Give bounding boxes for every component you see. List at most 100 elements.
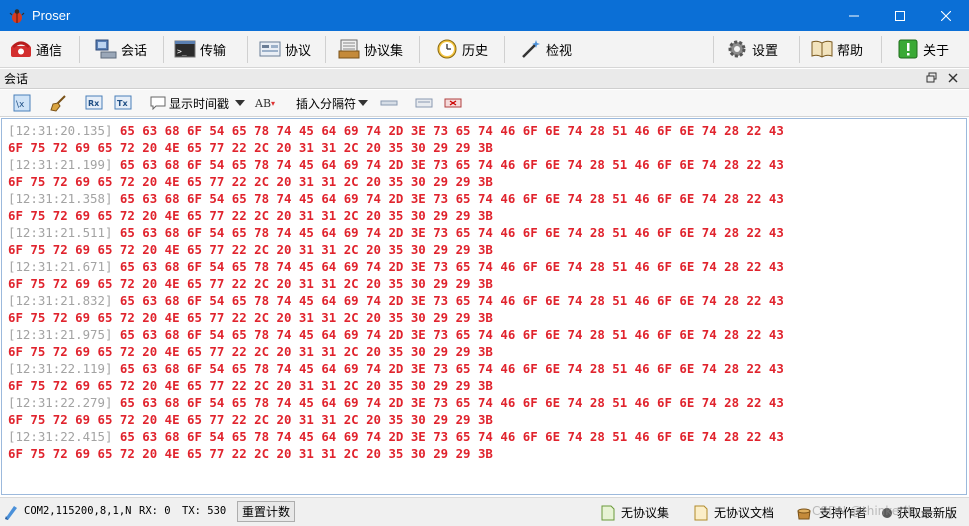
no-protocol-set-link[interactable]: 无协议集 <box>601 504 669 521</box>
toolbar-help-button[interactable]: 帮助 <box>811 35 863 63</box>
log-hex-data: 6F 75 72 69 65 72 20 4E 65 77 22 2C 20 3… <box>8 208 493 223</box>
log-entry-continuation: 6F 75 72 69 65 72 20 4E 65 77 22 2C 20 3… <box>8 275 966 292</box>
tx-icon: Tx <box>114 95 132 110</box>
log-hex-data: 65 63 68 6F 54 65 78 74 45 64 69 74 2D 3… <box>119 395 784 410</box>
support-author-label: 支持作者 <box>819 506 868 520</box>
log-hex-data: 65 63 68 6F 54 65 78 74 45 64 69 74 2D 3… <box>119 429 784 444</box>
toolbar-history-button[interactable]: 历史 <box>436 35 488 63</box>
log-hex-data: 65 63 68 6F 54 65 78 74 45 64 69 74 2D 3… <box>119 361 784 376</box>
log-hex-data: 6F 75 72 69 65 72 20 4E 65 77 22 2C 20 3… <box>8 446 493 461</box>
log-entry: [12:31:22.279] 65 63 68 6F 54 65 78 74 4… <box>8 394 966 411</box>
connection-icon <box>4 504 18 520</box>
log-entry: [12:31:20.135] 65 63 68 6F 54 65 78 74 4… <box>8 122 966 139</box>
toolbar-label: 协议集 <box>364 43 404 59</box>
toolbar-separator <box>325 36 326 63</box>
toolbar-protocol-set-button[interactable]: 协议集 <box>338 35 403 63</box>
rx-toggle-button[interactable]: Rx <box>85 94 103 112</box>
toolbar-separator <box>799 36 800 63</box>
tx-count: TX: 530 <box>182 505 227 517</box>
toolbar-separator <box>79 36 80 63</box>
log-hex-data: 65 63 68 6F 54 65 78 74 45 64 69 74 2D 3… <box>119 293 784 308</box>
log-entry: [12:31:21.671] 65 63 68 6F 54 65 78 74 4… <box>8 258 966 275</box>
toolbar-settings-button[interactable]: 设置 <box>726 35 778 63</box>
log-hex-data: 6F 75 72 69 65 72 20 4E 65 77 22 2C 20 3… <box>8 344 493 359</box>
book-icon <box>811 39 833 59</box>
log-hex-data: 65 63 68 6F 54 65 78 74 45 64 69 74 2D 3… <box>119 123 784 138</box>
toolbar-label: 会话 <box>121 43 148 59</box>
toolbar-separator <box>713 36 714 63</box>
window-title: Proser <box>32 8 71 23</box>
no-protocol-set-label: 无协议集 <box>621 506 670 520</box>
panel-title: 会话 <box>4 72 29 86</box>
maximize-icon <box>895 10 905 21</box>
comment-icon <box>150 96 166 110</box>
separator-icon <box>380 100 398 106</box>
get-latest-link[interactable]: 获取最新版 <box>881 504 957 521</box>
download-icon <box>881 505 893 521</box>
toolbar-session-button[interactable]: 会话 <box>95 35 147 63</box>
hex-view-button[interactable]: \x <box>13 94 31 112</box>
document-icon <box>601 505 615 521</box>
svg-text:>_: >_ <box>177 47 187 56</box>
toolbar-about-button[interactable]: 关于 <box>897 35 949 63</box>
document-icon <box>694 505 708 521</box>
support-author-link[interactable]: 支持作者 <box>797 504 867 521</box>
no-protocol-doc-link[interactable]: 无协议文档 <box>694 504 774 521</box>
minimize-button[interactable] <box>831 0 877 31</box>
session-log[interactable]: [12:31:20.135] 65 63 68 6F 54 65 78 74 4… <box>1 118 967 495</box>
session-panel-header: 会话 <box>0 69 969 89</box>
close-panel-icon[interactable] <box>947 72 959 84</box>
log-entry: [12:31:21.358] 65 63 68 6F 54 65 78 74 4… <box>8 190 966 207</box>
tx-toggle-button[interactable]: Tx <box>114 94 132 112</box>
log-entry-continuation: 6F 75 72 69 65 72 20 4E 65 77 22 2C 20 3… <box>8 309 966 326</box>
clear-button[interactable] <box>50 94 68 112</box>
maximize-button[interactable] <box>877 0 923 31</box>
toolbar-comm-button[interactable]: 通信 <box>10 35 62 63</box>
log-entry-continuation: 6F 75 72 69 65 72 20 4E 65 77 22 2C 20 3… <box>8 173 966 190</box>
toolbar-label: 检视 <box>546 43 573 59</box>
svg-text:Rx: Rx <box>88 99 100 108</box>
broom-icon <box>50 95 66 112</box>
hex-view-icon: \x <box>13 94 31 112</box>
log-timestamp: [12:31:20.135] <box>8 123 113 138</box>
toolbar-separator <box>247 36 248 63</box>
port-status: COM2,115200,8,1,N <box>24 505 132 517</box>
log-timestamp: [12:31:21.358] <box>8 191 113 206</box>
toolbar-label: 历史 <box>462 43 489 59</box>
close-button[interactable] <box>923 0 969 31</box>
log-hex-data: 65 63 68 6F 54 65 78 74 45 64 69 74 2D 3… <box>119 191 784 206</box>
magic-wand-icon <box>520 39 542 59</box>
log-hex-data: 6F 75 72 69 65 72 20 4E 65 77 22 2C 20 3… <box>8 242 493 257</box>
font-button[interactable]: AB ▾ <box>255 94 275 112</box>
reset-count-button[interactable]: 重置计数 <box>237 501 295 522</box>
no-protocol-doc-label: 无协议文档 <box>714 506 775 520</box>
log-timestamp: [12:31:22.279] <box>8 395 113 410</box>
log-timestamp: [12:31:21.832] <box>8 293 113 308</box>
toolbar-label: 通信 <box>36 43 63 59</box>
info-icon <box>897 39 919 59</box>
toolbar-transfer-button[interactable]: >_ 传输 <box>174 35 226 63</box>
log-timestamp: [12:31:22.415] <box>8 429 113 444</box>
log-entry-continuation: 6F 75 72 69 65 72 20 4E 65 77 22 2C 20 3… <box>8 445 966 462</box>
get-latest-label: 获取最新版 <box>897 506 958 520</box>
show-timestamp-dropdown[interactable]: 显示时间戳 <box>150 94 246 112</box>
log-entry: [12:31:22.119] 65 63 68 6F 54 65 78 74 4… <box>8 360 966 377</box>
log-timestamp: [12:31:21.511] <box>8 225 113 240</box>
toolbar-protocol-button[interactable]: 协议 <box>259 35 311 63</box>
insert-separator-dropdown[interactable]: 插入分隔符 <box>296 94 369 112</box>
restore-panel-icon[interactable] <box>926 72 938 84</box>
toolbar-separator <box>881 36 882 63</box>
ab-icon: AB <box>255 96 272 110</box>
close-icon <box>941 10 951 21</box>
clear-input-button[interactable] <box>444 94 462 112</box>
toolbar-label: 协议 <box>285 43 312 59</box>
log-entry: [12:31:22.415] 65 63 68 6F 54 65 78 74 4… <box>8 428 966 445</box>
toolbar-label: 设置 <box>752 43 779 59</box>
log-entry-continuation: 6F 75 72 69 65 72 20 4E 65 77 22 2C 20 3… <box>8 343 966 360</box>
delete-icon <box>444 98 462 108</box>
toolbar-inspect-button[interactable]: 检视 <box>520 35 572 63</box>
keyboard-button[interactable] <box>415 94 433 112</box>
protocol-icon <box>259 39 281 59</box>
log-hex-data: 6F 75 72 69 65 72 20 4E 65 77 22 2C 20 3… <box>8 140 493 155</box>
separator-line-button[interactable] <box>380 94 398 112</box>
